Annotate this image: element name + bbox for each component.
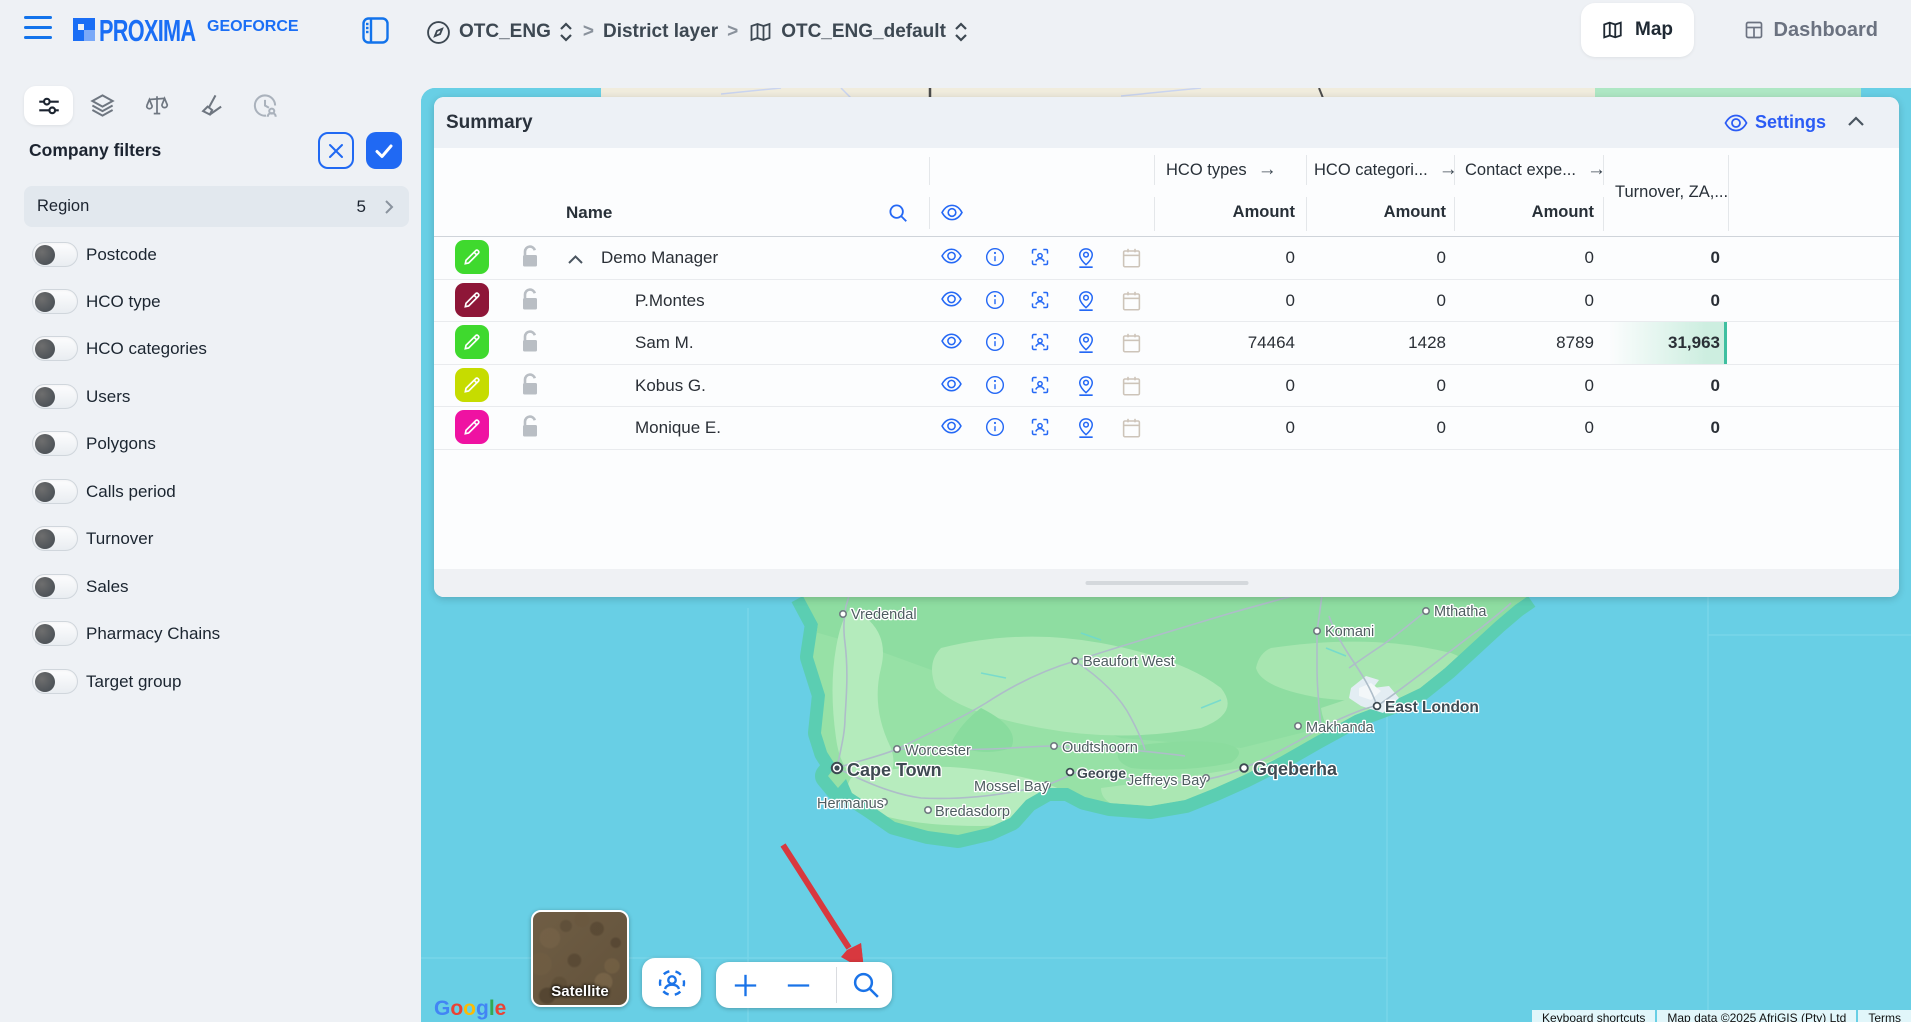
svg-text:Mossel Bay: Mossel Bay <box>974 779 1050 795</box>
svg-text:Komani: Komani <box>1325 624 1374 640</box>
svg-text:Cape Town: Cape Town <box>847 760 942 780</box>
svg-text:Google: Google <box>434 997 506 1020</box>
svg-text:Beaufort West: Beaufort West <box>1083 654 1175 670</box>
svg-text:Oudtshoorn: Oudtshoorn <box>1062 740 1138 756</box>
svg-text:Hermanus: Hermanus <box>817 796 884 812</box>
svg-text:Gqeberha: Gqeberha <box>1253 759 1338 779</box>
svg-text:Mthatha: Mthatha <box>1434 604 1487 620</box>
svg-text:Worcester: Worcester <box>905 743 971 759</box>
svg-text:Makhanda: Makhanda <box>1306 720 1375 736</box>
svg-text:East London: East London <box>1385 699 1479 716</box>
svg-text:Jeffreys Bay: Jeffreys Bay <box>1127 773 1207 789</box>
svg-text:George: George <box>1077 765 1126 781</box>
svg-text:Vredendal: Vredendal <box>851 607 917 623</box>
svg-text:Bredasdorp: Bredasdorp <box>935 804 1010 820</box>
